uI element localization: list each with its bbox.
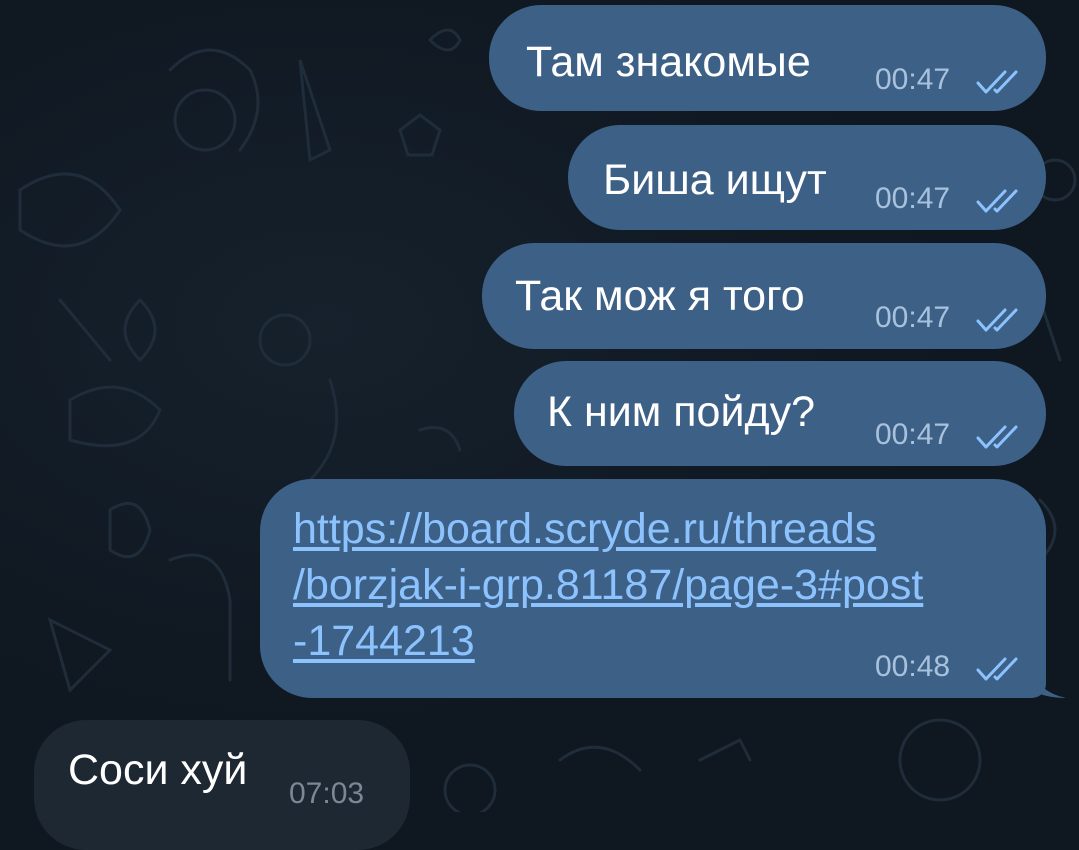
message-text: К ним пойду? <box>547 388 815 436</box>
message-text: Биша ищут <box>603 156 827 204</box>
message-time: 07:03 <box>289 777 365 810</box>
message-text: Там знакомые <box>526 38 811 86</box>
double-check-icon <box>976 189 1018 213</box>
message-time: 00:47 <box>875 301 951 334</box>
message-time: 00:48 <box>875 650 951 683</box>
message-link-line[interactable]: -1744213 <box>293 613 923 669</box>
bubble-tail <box>1030 668 1066 698</box>
double-check-icon <box>976 70 1018 94</box>
message-text: Соси хуй <box>68 746 248 794</box>
message-time: 00:47 <box>875 418 951 451</box>
message-link-line[interactable]: /borzjak-i-grp.81187/page-3#post <box>293 557 923 613</box>
message-bubble-outgoing[interactable]: Так мож я того 00:47 <box>482 243 1046 349</box>
message-time: 00:47 <box>875 63 951 96</box>
message-link[interactable]: https://board.scryde.ru/threads /borzjak… <box>293 501 923 669</box>
message-text: Так мож я того <box>515 272 805 320</box>
message-bubble-outgoing[interactable]: К ним пойду? 00:47 <box>514 361 1046 466</box>
double-check-icon <box>976 308 1018 332</box>
message-bubble-outgoing[interactable]: Там знакомые 00:47 <box>489 5 1046 111</box>
message-bubble-outgoing[interactable]: Биша ищут 00:47 <box>568 125 1046 230</box>
double-check-icon <box>976 657 1018 681</box>
message-link-line[interactable]: https://board.scryde.ru/threads <box>293 501 923 557</box>
double-check-icon <box>976 425 1018 449</box>
message-bubble-outgoing-link[interactable]: https://board.scryde.ru/threads /borzjak… <box>260 479 1046 698</box>
message-time: 00:47 <box>875 182 951 215</box>
message-bubble-incoming[interactable]: Соси хуй 07:03 <box>34 720 410 850</box>
